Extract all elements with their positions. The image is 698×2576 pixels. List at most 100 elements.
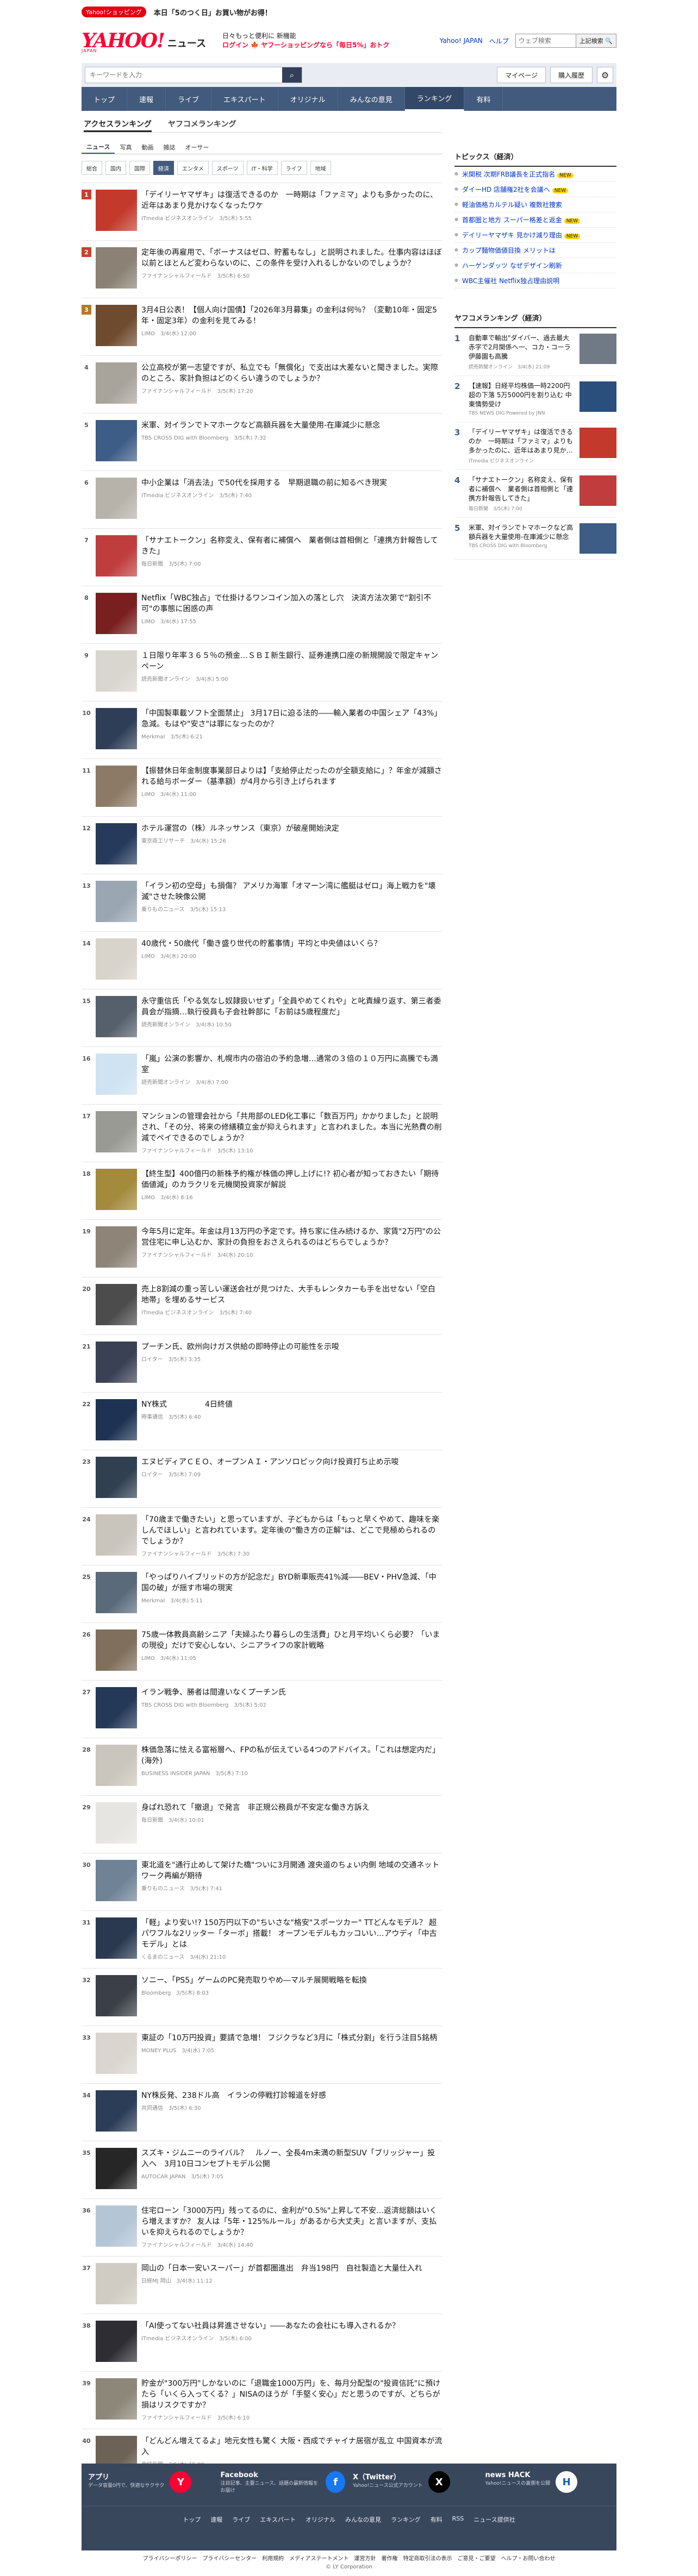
article-thumbnail[interactable] (96, 420, 137, 461)
mypage-button[interactable]: マイページ (497, 67, 546, 83)
nav-item[interactable]: エキスパート (211, 87, 278, 111)
article-title[interactable]: 75歳一体教員高齢シニア「夫婦ふたり暮らしの生活費」ひと月平均いくら必要？「いま… (141, 1629, 443, 1651)
topic-title[interactable]: ハーゲンダッツ なぜデザイン刷新 (462, 262, 562, 269)
article-thumbnail[interactable] (96, 881, 137, 922)
topic-title[interactable]: WBC主催社 Netflix独占理由説明 (462, 277, 559, 285)
topic-item[interactable]: 首都圏と地方 スーパー格差と返金NEW (454, 212, 616, 228)
article-thumbnail[interactable] (96, 2321, 137, 2362)
footer-nav-link[interactable]: ランキング (391, 2515, 421, 2531)
content-type-tab[interactable]: オーサー (180, 140, 214, 154)
article-thumbnail[interactable] (96, 190, 137, 231)
legal-link[interactable]: 運営方針 (354, 2556, 376, 2562)
article-title[interactable]: 「サナエトークン」名称変え、保有者に補償へ 業者側は首相側と「連携方針報告してき… (141, 535, 443, 557)
ranking-item[interactable]: 26 75歳一体教員高齢シニア「夫婦ふたり暮らしの生活費」ひと月平均いくら必要？「… (82, 1622, 443, 1680)
article-thumbnail[interactable] (96, 1111, 137, 1152)
ranking-item[interactable]: 4 公立高校が第一志望ですが、私立でも「無償化」で支出は大差ないと聞きました。実際… (82, 355, 443, 413)
topic-item[interactable]: 米関税 次期FRB議長を正式指名NEW (454, 167, 616, 182)
comment-rank-thumbnail[interactable] (579, 523, 616, 554)
article-thumbnail[interactable] (96, 2090, 137, 2132)
ranking-item[interactable]: 27 イラン戦争、勝者は間違いなくプーチン氏 TBS CROSS DIG with … (82, 1680, 443, 1738)
ranking-item[interactable]: 6 中小企業は「消去法」で50代を採用する 早期退職の前に知るべき現実 ITmedi… (82, 471, 443, 528)
article-title[interactable]: エヌビディアＣＥＯ、オープンＡＩ・アンソロピック向け投資打ち止め示唆 (141, 1457, 443, 1468)
article-title[interactable]: 貯金が"300万円"しかないのに「退職金1000万円」を、毎月分配型の"投資信託… (141, 2378, 443, 2411)
comment-ranking-item[interactable]: 2 【速報】日経平均株価一時2200円超の下落 5万5000円を割り込む 中東情勢… (454, 376, 616, 422)
article-thumbnail[interactable] (96, 1226, 137, 1268)
purchase-history-button[interactable]: 購入履歴 (550, 67, 593, 83)
footer-app[interactable]: アプリ データ容量0円で、快適なサクサク Y (88, 2471, 213, 2506)
category-tab[interactable]: 経済 (153, 161, 174, 175)
ranking-item[interactable]: 39 貯金が"300万円"しかないのに「退職金1000万円」を、毎月分配型の"投資… (82, 2371, 443, 2429)
article-thumbnail[interactable] (96, 247, 137, 289)
article-thumbnail[interactable] (96, 2263, 137, 2304)
article-title[interactable]: 「軽」より安い!? 150万円以下の"ちいさな"格安"スポーツカー" TTどんな… (141, 1917, 443, 1950)
footer-app[interactable]: X（Twitter） Yahoo!ニュース公式アカウント X (353, 2471, 478, 2506)
content-type-tab[interactable]: ニュース (82, 140, 115, 154)
article-thumbnail[interactable] (96, 1054, 137, 1095)
ranking-item[interactable]: 14 40歳代・50歳代「働き盛り世代の貯蓄事情」平均と中央値はいくら？ LIMO … (82, 931, 443, 989)
ranking-item[interactable]: 25 「やっぱりハイブリッドの方が記念だ」BYD新車販売41%減――BEV・PHV… (82, 1565, 443, 1622)
article-title[interactable]: 「やっぱりハイブリッドの方が記念だ」BYD新車販売41%減――BEV・PHV急減… (141, 1572, 443, 1594)
article-title[interactable]: ホテル運営の（株）ルネッサンス（東京）が破産開始決定 (141, 823, 443, 834)
comment-rank-title[interactable]: 【速報】日経平均株価一時2200円超の下落 5万5000円を割り込む 中東情勢受… (469, 381, 575, 409)
nav-item[interactable]: 有料 (464, 87, 503, 111)
legal-link[interactable]: プライバシーセンター (202, 2556, 257, 2562)
ranking-item[interactable]: 1 「デイリーヤマザキ」は復活できるのか 一時期は「ファミマ」よりも多かったのに、… (82, 183, 443, 240)
article-title[interactable]: 40歳代・50歳代「働き盛り世代の貯蓄事情」平均と中央値はいくら？ (141, 938, 443, 949)
comment-ranking-item[interactable]: 5 米軍、対イランでトマホークなど高額兵器を大量使用-在庫減少に懸念 TBS CRO… (454, 518, 616, 560)
nav-item[interactable]: トップ (82, 87, 128, 111)
article-thumbnail[interactable] (96, 1745, 137, 1786)
comment-ranking-item[interactable]: 3 「デイリーヤマザキ」は復活できるのか 一時期は「ファミマ」よりも多かったのに、… (454, 422, 616, 470)
ranking-item[interactable]: 32 ソニー、「PS5」ゲームのPC発売取りやめ―マルチ展開戦略を転換 Bloomb… (82, 1968, 443, 2026)
article-thumbnail[interactable] (96, 1687, 137, 1728)
topic-item[interactable]: デイリーヤマザキ 見かけ減り理由NEW (454, 228, 616, 243)
comment-rank-thumbnail[interactable] (579, 334, 616, 364)
header-promo[interactable]: 日々もっと便利に 新機能 ログイン 🍁 ヤフーショッピングなら「毎日5%」おトク (222, 32, 389, 50)
comment-rank-thumbnail[interactable] (579, 381, 616, 412)
ranking-item[interactable]: 23 エヌビディアＣＥＯ、オープンＡＩ・アンソロピック向け投資打ち止め示唆 ロイター… (82, 1450, 443, 1507)
nav-item[interactable]: ランキング (404, 87, 465, 111)
ranking-item[interactable]: 12 ホテル運営の（株）ルネッサンス（東京）が破産開始決定 東京商工リサーチ 3/4… (82, 816, 443, 874)
comment-rank-title[interactable]: 「サナエトークン」名称変え、保有者に補償へ 業者側は首相側と「連携方針報告してき… (469, 475, 575, 503)
article-title[interactable]: 「嵐」公演の影響か、札幌市内の宿泊の予約急増…通常の３倍の１０万円に高騰でも満室 (141, 1054, 443, 1075)
web-search-input[interactable] (515, 34, 576, 47)
footer-app-title[interactable]: Facebook (221, 2471, 321, 2479)
article-thumbnail[interactable] (96, 996, 137, 1037)
article-thumbnail[interactable] (96, 2033, 137, 2074)
article-title[interactable]: プーチン氏、欧州向けガス供給の即時停止の可能性を示唆 (141, 1342, 443, 1352)
article-title[interactable]: 「どんどん増えてるよ」地元女性も驚く 大阪・西成でチャイナ居宿が乱立 中国資本が… (141, 2436, 443, 2458)
article-thumbnail[interactable] (96, 2205, 137, 2247)
article-thumbnail[interactable] (96, 1457, 137, 1498)
article-thumbnail[interactable] (96, 766, 137, 807)
article-title[interactable]: 公立高校が第一志望ですが、私立でも「無償化」で支出は大差ないと聞きました。実際の… (141, 362, 443, 384)
footer-nav-link[interactable]: RSS (452, 2515, 464, 2531)
ranking-item[interactable]: 15 永守重信氏「やる気なし奴隷扱いせず」「全員やめてくれや」と叱責繰り返す、第三… (82, 989, 443, 1046)
topic-item[interactable]: 軽油価格カルテル疑い 複数社捜索 (454, 197, 616, 212)
ranking-item[interactable]: 7 「サナエトークン」名称変え、保有者に補償へ 業者側は首相側と「連携方針報告して… (82, 528, 443, 586)
ranking-item[interactable]: 10 「中国製車載ソフト全面禁止」 3月17日に迫る法的――輸入業者の中国シェア「… (82, 701, 443, 759)
yahoo-news-logo[interactable]: YAHOO! ニュース (82, 29, 206, 52)
article-title[interactable]: 定年後の再雇用で、「ボーナスはゼロ、貯蓄もなし」と説明されました。仕事内容はほぼ… (141, 247, 443, 269)
article-title[interactable]: 「デイリーヤマザキ」は復活できるのか 一時期は「ファミマ」よりも多かったのに、近… (141, 190, 443, 211)
ranking-item[interactable]: 38 「AI使ってない社員は昇進させない」――あなたの会社にも導入されるか？ ITm… (82, 2314, 443, 2371)
footer-app-icon[interactable]: X (428, 2471, 450, 2493)
legal-link[interactable]: 特定商取引法の表示 (403, 2556, 452, 2562)
article-thumbnail[interactable] (96, 593, 137, 634)
article-thumbnail[interactable] (96, 1975, 137, 2016)
article-thumbnail[interactable] (96, 2148, 137, 2189)
footer-nav-link[interactable]: ニュース提供社 (473, 2515, 515, 2531)
legal-link[interactable]: プライバシーポリシー (143, 2556, 197, 2562)
footer-app-icon[interactable]: H (556, 2471, 578, 2493)
article-thumbnail[interactable] (96, 535, 137, 576)
article-title[interactable]: 東北道を"通行止めして架けた橋"ついに3月開通 渡央道のちょい内側 地域の交通ネ… (141, 1860, 443, 1882)
comment-ranking-item[interactable]: 1 自動車で輸出"ダイバー、過去最大赤字で2月関係ヘ一、コカ・コーラ伊藤園も高騰読… (454, 328, 616, 376)
footer-nav-link[interactable]: オリジナル (306, 2515, 335, 2531)
article-thumbnail[interactable] (96, 1514, 137, 1556)
help-link[interactable]: ヘルプ (489, 36, 509, 46)
ranking-item[interactable]: 37 岡山の「日本一安いスーパー」が首都圏進出 弁当198円 自社製造と大量仕入れ… (82, 2256, 443, 2314)
category-tab[interactable]: IT・科学 (246, 161, 278, 175)
footer-nav-link[interactable]: 速報 (210, 2515, 222, 2531)
article-title[interactable]: 株価急落に怯える富裕層へ、FPの私が伝えている4つのアドバイス。「これは想定内だ… (141, 1745, 443, 1766)
category-tab[interactable]: 地域 (310, 161, 331, 175)
article-thumbnail[interactable] (96, 1342, 137, 1383)
ranking-item[interactable]: 33 東証の「10万円投資」要請で急増！ フジクラなど3月に「株式分割」を行う注目… (82, 2026, 443, 2083)
